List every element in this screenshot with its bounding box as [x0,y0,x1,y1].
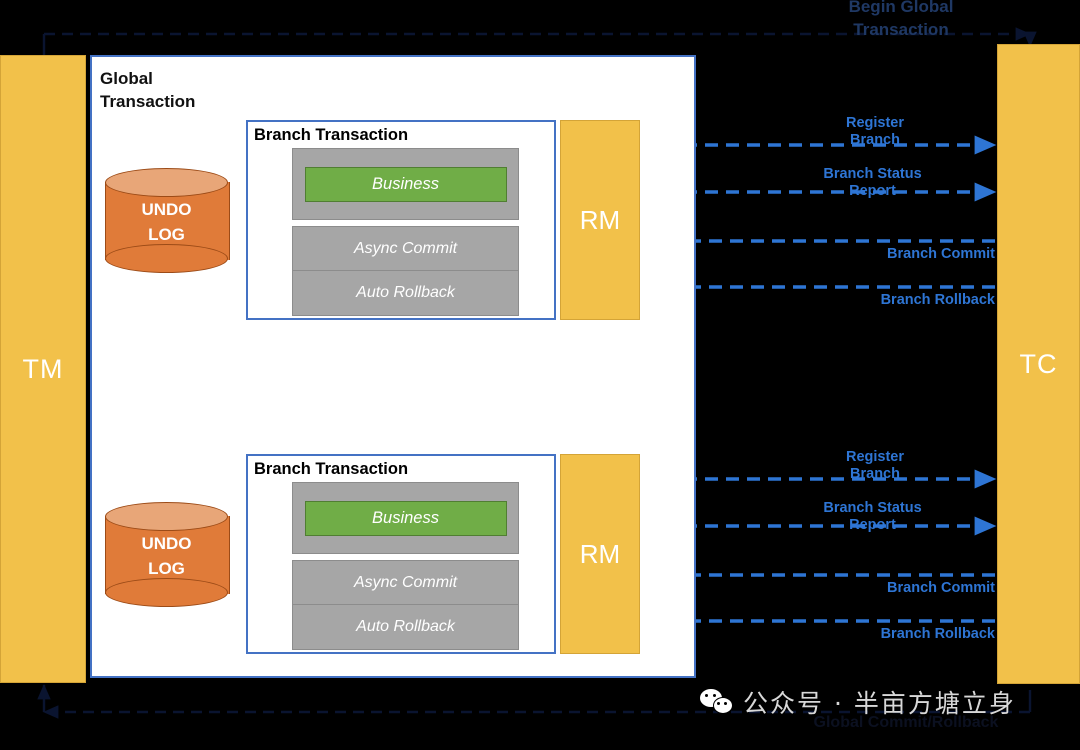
wechat-icon [700,689,734,715]
diagram-canvas: TM TC Global Transaction UNDO LOG Branch… [0,0,1080,750]
rm-label-2: RM [579,538,621,569]
branch-transaction-title-2: Branch Transaction [254,460,409,478]
flow-label-branch-rollback-1: Branch Rollback [880,292,995,308]
watermark-text: 公众号 · 半亩方塘立身 [743,689,1016,718]
rm-pillar-1[interactable]: RM [560,120,640,320]
cylinder-top [105,168,228,197]
rm-pillar-2[interactable]: RM [560,454,640,654]
tc-label: TC [1019,348,1058,379]
undo-log-label: UNDO LOG [141,534,192,578]
business-outer-block-2: Business [292,482,519,554]
auto-rollback-block-2: Auto Rollback [292,604,519,650]
branch-transaction-title-1: Branch Transaction [254,126,409,144]
async-commit-block-2: Async Commit [292,560,519,606]
cylinder-bottom [105,244,228,273]
watermark: 公众号 · 半亩方塘立身 [700,684,1016,720]
global-transaction-label: Global Transaction [100,69,196,111]
flow-label-branch-status-report-2: Branch Status Report [823,500,922,534]
flow-label-branch-status-report-1: Branch Status Report [823,166,922,200]
flow-label-register-branch-2: Register Branch [845,449,905,483]
begin-global-transaction-title: Begin Global Transaction [848,0,954,39]
rm-label-1: RM [579,204,621,235]
tc-pillar[interactable]: TC [997,44,1080,684]
business-block-2: Business [304,500,507,536]
cylinder-top [105,502,228,531]
tm-pillar[interactable]: TM [0,55,86,683]
branch-transaction-box-2: Branch Transaction Business Async Commit… [246,454,556,654]
flow-label-register-branch-1: Register Branch [845,115,905,149]
tm-label: TM [22,353,64,384]
async-commit-block-1: Async Commit [292,226,519,272]
business-outer-block-1: Business [292,148,519,220]
flow-label-branch-commit-1: Branch Commit [887,246,995,262]
flow-label-branch-rollback-2: Branch Rollback [880,626,995,642]
undo-log-label: UNDO LOG [141,200,192,244]
cylinder-bottom [105,578,228,607]
undo-log-cylinder-1: UNDO LOG [105,168,230,273]
branch-transaction-box-1: Branch Transaction Business Async Commit… [246,120,556,320]
undo-log-cylinder-2: UNDO LOG [105,502,230,607]
flow-label-branch-commit-2: Branch Commit [887,580,995,596]
business-block-1: Business [304,166,507,202]
auto-rollback-block-1: Auto Rollback [292,270,519,316]
